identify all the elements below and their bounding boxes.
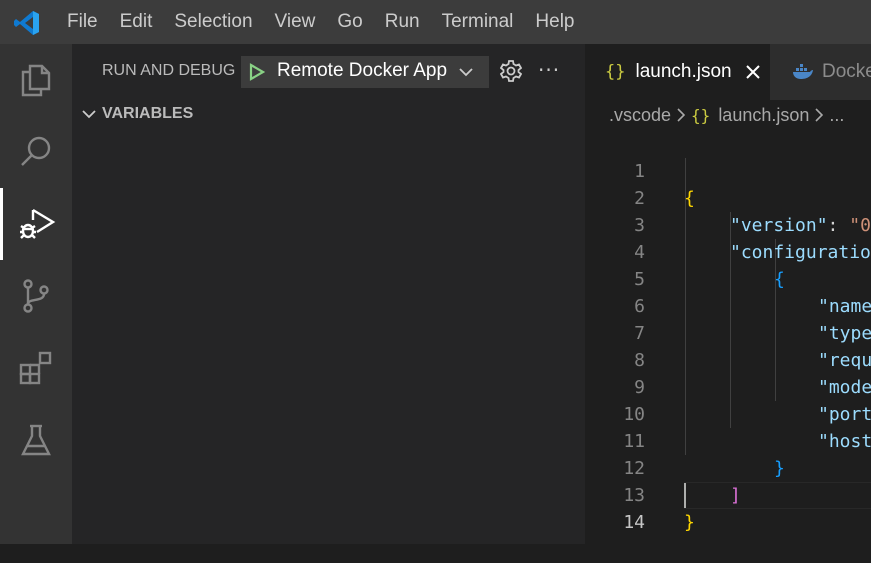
launch-config-dropdown[interactable]: Remote Docker App <box>241 56 489 88</box>
menu-terminal[interactable]: Terminal <box>431 0 525 44</box>
activity-source-control[interactable] <box>0 260 72 332</box>
activity-search[interactable] <box>0 116 72 188</box>
search-icon <box>21 136 51 166</box>
menu-run[interactable]: Run <box>374 0 431 44</box>
menu-help[interactable]: Help <box>524 0 585 44</box>
chevron-right-icon <box>815 108 824 122</box>
tab-launch-json[interactable]: {} launch.json <box>585 44 770 100</box>
testing-icon <box>21 424 51 456</box>
breadcrumb: .vscode {} launch.json ... <box>585 100 871 130</box>
activity-explorer[interactable] <box>0 44 72 116</box>
tab-label: launch.json <box>635 61 732 82</box>
code-line: 8 "mode <box>585 320 871 398</box>
activity-extensions[interactable] <box>0 332 72 404</box>
code-line: 5 "name <box>585 239 871 317</box>
more-actions-icon[interactable]: ··· <box>538 58 560 82</box>
editor-area: {} launch.json Docke .vscode {} launch.j… <box>585 44 871 544</box>
menu-file[interactable]: File <box>56 0 109 44</box>
code-line: 13 } <box>585 455 871 533</box>
code-line: 4 { <box>585 212 871 290</box>
code-line: 2 "version": "0 <box>585 158 871 236</box>
start-debugging-icon[interactable] <box>249 63 265 81</box>
extensions-icon <box>19 351 52 385</box>
editor-tabs: {} launch.json Docke <box>585 44 871 100</box>
tab-dockerfile[interactable]: Docke <box>770 44 871 100</box>
chevron-down-icon <box>82 110 96 119</box>
breadcrumb-file[interactable]: launch.json <box>718 105 809 126</box>
sidebar-header: RUN AND DEBUG Remote Docker App ··· <box>72 44 585 100</box>
code-line: 6 "type <box>585 266 871 344</box>
code-text: } <box>684 512 695 533</box>
line-number: 14 <box>623 512 645 533</box>
gear-icon[interactable] <box>500 60 522 82</box>
activity-run-debug[interactable] <box>0 188 72 260</box>
title-bar: File Edit Selection View Go Run Terminal… <box>0 0 871 44</box>
activity-bar <box>0 44 72 544</box>
run-debug-sidebar: RUN AND DEBUG Remote Docker App ··· VARI… <box>72 44 585 544</box>
menu-edit[interactable]: Edit <box>109 0 164 44</box>
variables-label: VARIABLES <box>102 105 194 122</box>
menu-bar: File Edit Selection View Go Run Terminal… <box>56 0 586 44</box>
code-line: 10 "host <box>585 374 871 452</box>
code-line: 1 { <box>585 131 871 209</box>
menu-selection[interactable]: Selection <box>163 0 263 44</box>
run-debug-icon <box>19 208 55 239</box>
variables-section-header[interactable]: VARIABLES <box>72 100 585 130</box>
breadcrumb-more[interactable]: ... <box>829 105 844 126</box>
code-line: 11 } <box>585 401 871 479</box>
explorer-icon <box>21 64 51 97</box>
sidebar-title: RUN AND DEBUG <box>102 62 236 79</box>
chevron-down-icon <box>459 68 473 77</box>
breadcrumb-folder[interactable]: .vscode <box>609 105 671 126</box>
code-line: 3 "configuratio <box>585 185 871 263</box>
docker-icon <box>793 64 813 79</box>
activity-testing[interactable] <box>0 404 72 476</box>
chevron-right-icon <box>677 108 686 122</box>
menu-view[interactable]: View <box>264 0 327 44</box>
code-line: 9 "port <box>585 347 871 425</box>
code-line: 7 "requ <box>585 293 871 371</box>
code-line: 12 ] <box>585 428 871 506</box>
json-braces-icon: {} <box>691 105 711 125</box>
menu-go[interactable]: Go <box>326 0 373 44</box>
close-icon[interactable] <box>745 65 760 79</box>
tab-label: Docke <box>822 61 871 82</box>
launch-config-label: Remote Docker App <box>277 60 448 81</box>
json-braces-icon: {} <box>605 62 626 82</box>
code-line: 14 <box>585 482 871 533</box>
source-control-icon <box>23 279 49 313</box>
vscode-logo-icon <box>14 11 39 35</box>
